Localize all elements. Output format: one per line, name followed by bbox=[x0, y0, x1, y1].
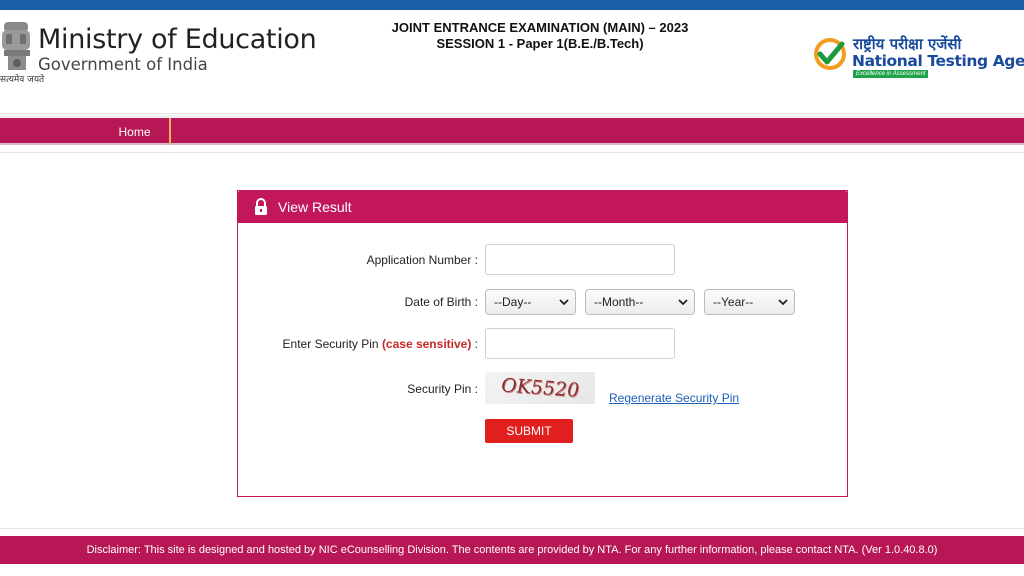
chevron-down-icon bbox=[778, 299, 788, 306]
application-number-label: Application Number : bbox=[366, 253, 478, 267]
security-pin-entry-colon: : bbox=[471, 337, 478, 351]
panel-title: View Result bbox=[278, 199, 352, 215]
dob-month-value: --Month-- bbox=[594, 295, 644, 309]
submit-button[interactable]: SUBMIT bbox=[485, 419, 573, 443]
security-pin-entry-label: Enter Security Pin (case sensitive) : bbox=[283, 337, 478, 351]
security-pin-entry-text: Enter Security Pin bbox=[282, 337, 379, 351]
nav-divider bbox=[0, 152, 1024, 153]
lock-icon bbox=[255, 198, 267, 215]
application-number-input[interactable] bbox=[485, 244, 675, 275]
case-sensitive-note: (case sensitive) bbox=[381, 337, 472, 351]
nta-checkmark-icon bbox=[814, 38, 846, 70]
view-result-panel: View Result Application Number : Date of… bbox=[237, 190, 848, 497]
dob-year-value: --Year-- bbox=[713, 295, 754, 309]
footer-disclaimer: Disclaimer: This site is designed and ho… bbox=[0, 536, 1024, 564]
site-header: सत्यमेव जयते Ministry of Education Gover… bbox=[0, 10, 1024, 114]
captcha-image: OK5520 bbox=[485, 372, 595, 404]
security-pin-label: Security Pin : bbox=[407, 382, 478, 396]
nav-home-link[interactable]: Home bbox=[100, 118, 171, 145]
captcha-text: OK5520 bbox=[498, 374, 582, 402]
ministry-subtitle: Government of India bbox=[38, 55, 208, 74]
exam-title: JOINT ENTRANCE EXAMINATION (MAIN) – 2023… bbox=[330, 20, 750, 52]
regenerate-security-pin-link[interactable]: Regenerate Security Pin bbox=[609, 391, 739, 405]
agency-tagline: Excellence in Assessment bbox=[853, 70, 929, 78]
top-accent-bar bbox=[0, 0, 1024, 10]
dob-day-value: --Day-- bbox=[494, 295, 532, 309]
dob-month-select[interactable]: --Month-- bbox=[585, 289, 695, 315]
dob-day-select[interactable]: --Day-- bbox=[485, 289, 576, 315]
dob-label: Date of Birth : bbox=[404, 295, 478, 309]
dob-year-select[interactable]: --Year-- bbox=[704, 289, 795, 315]
ministry-title: Ministry of Education bbox=[38, 24, 317, 55]
main-navbar: Home bbox=[0, 118, 1024, 145]
footer-divider bbox=[0, 528, 1024, 529]
panel-header: View Result bbox=[238, 191, 847, 223]
security-pin-input[interactable] bbox=[485, 328, 675, 359]
agency-name-hindi: राष्ट्रीय परीक्षा एजेंसी bbox=[853, 35, 962, 53]
chevron-down-icon bbox=[678, 299, 688, 306]
agency-name: National Testing Agency bbox=[852, 52, 1024, 70]
exam-title-line1: JOINT ENTRANCE EXAMINATION (MAIN) – 2023 bbox=[391, 20, 689, 35]
chevron-down-icon bbox=[559, 299, 569, 306]
exam-title-line2: SESSION 1 - Paper 1(B.E./B.Tech) bbox=[436, 36, 644, 51]
